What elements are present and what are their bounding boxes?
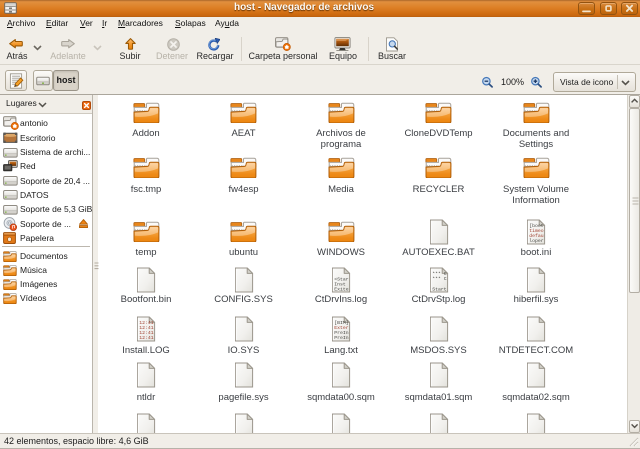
svg-text:loper: loper <box>529 238 544 244</box>
svg-text:12:41: 12:41 <box>139 335 154 341</box>
svg-text:Exite: Exite <box>334 286 349 292</box>
svg-text:Start: Start <box>432 286 447 292</box>
svg-text:PreIn: PreIn <box>334 335 349 341</box>
svg-text:*** C: *** C <box>432 276 447 282</box>
